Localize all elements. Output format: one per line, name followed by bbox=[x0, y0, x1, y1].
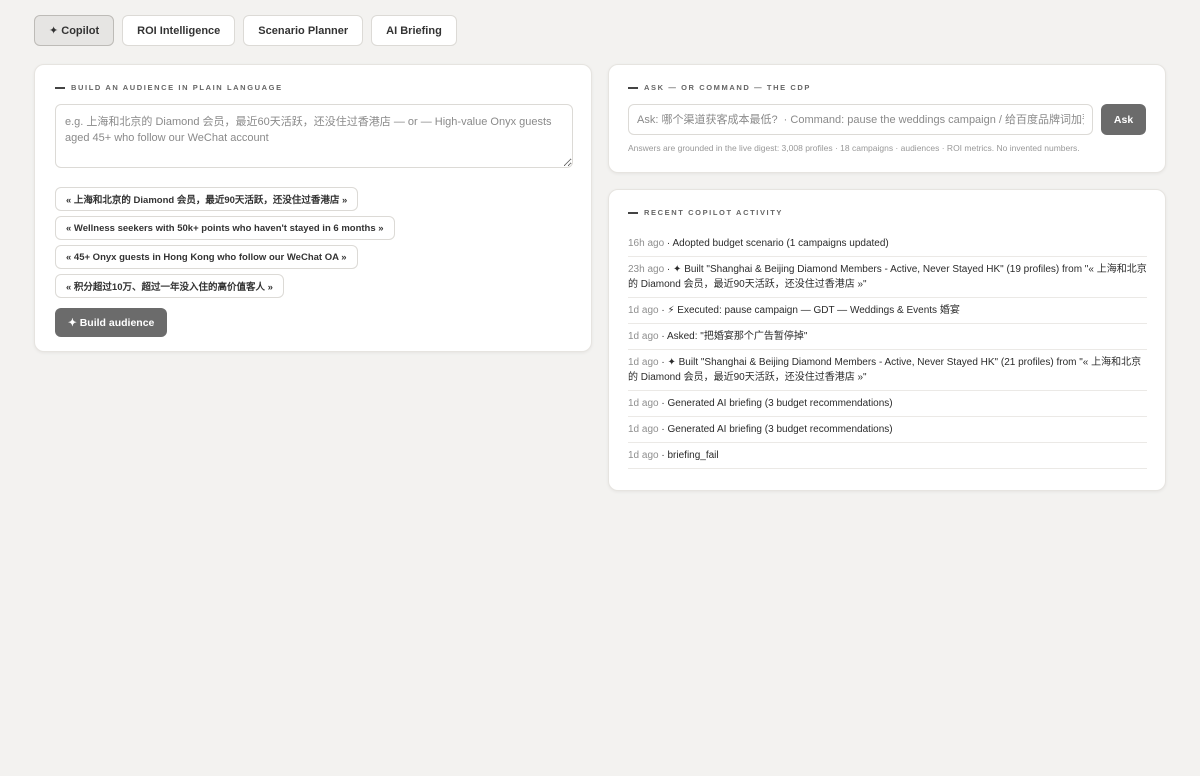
audience-card-title: Build an audience in plain language bbox=[55, 83, 571, 92]
activity-text: ✦ Built "Shanghai & Beijing Diamond Memb… bbox=[628, 357, 1142, 383]
activity-text: Adopted budget scenario (1 campaigns upd… bbox=[672, 238, 889, 249]
build-audience-button[interactable]: ✦ Build audience bbox=[55, 308, 168, 337]
ask-cdp-card: Ask — or command — the CDP Ask Answers a… bbox=[608, 64, 1166, 173]
suggestion-chip[interactable]: « Wellness seekers with 50k+ points who … bbox=[55, 216, 395, 240]
title-dash-icon bbox=[55, 86, 65, 89]
tab-copilot[interactable]: ✦ Copilot bbox=[34, 15, 115, 46]
ask-input[interactable] bbox=[628, 104, 1094, 135]
audience-description-input[interactable] bbox=[55, 104, 573, 168]
activity-time: 23h ago bbox=[628, 264, 665, 275]
ask-row: Ask bbox=[628, 104, 1146, 135]
activity-time: 16h ago bbox=[628, 238, 665, 249]
suggestion-chip[interactable]: « 45+ Onyx guests in Hong Kong who follo… bbox=[55, 245, 358, 269]
activity-title-text: Recent copilot activity bbox=[644, 208, 784, 217]
title-dash-icon bbox=[628, 211, 638, 214]
activity-time: 1d ago bbox=[628, 450, 659, 461]
activity-text: ✦ Built "Shanghai & Beijing Diamond Memb… bbox=[628, 264, 1147, 290]
activity-card-title: Recent copilot activity bbox=[628, 208, 1146, 217]
activity-item: 1d ago · briefing_fail bbox=[628, 443, 1147, 469]
ask-title-text: Ask — or command — the CDP bbox=[644, 83, 812, 92]
recent-activity-card: Recent copilot activity 16h ago · Adopte… bbox=[608, 189, 1166, 491]
activity-item: 1d ago · Asked: "把婚宴那个广告暂停掉" bbox=[628, 324, 1147, 350]
activity-time: 1d ago bbox=[628, 331, 659, 342]
ask-button[interactable]: Ask bbox=[1101, 104, 1146, 135]
title-dash-icon bbox=[628, 86, 638, 89]
activity-item: 16h ago · Adopted budget scenario (1 cam… bbox=[628, 231, 1147, 257]
activity-text: ⚡ Executed: pause campaign — GDT — Weddi… bbox=[667, 305, 960, 316]
tab-ai-briefing[interactable]: AI Briefing bbox=[371, 15, 457, 46]
activity-item: 1d ago · ⚡ Executed: pause campaign — GD… bbox=[628, 298, 1147, 324]
activity-time: 1d ago bbox=[628, 357, 659, 368]
audience-builder-card: Build an audience in plain language « 上海… bbox=[34, 64, 592, 352]
tab-scenario-planner[interactable]: Scenario Planner bbox=[243, 15, 364, 46]
activity-text: Asked: "把婚宴那个广告暂停掉" bbox=[666, 331, 808, 342]
activity-item: 23h ago · ✦ Built "Shanghai & Beijing Di… bbox=[628, 257, 1147, 298]
activity-text: briefing_fail bbox=[667, 450, 719, 461]
audience-suggestion-list: « 上海和北京的 Diamond 会员，最近90天活跃，还没住过香港店 » « … bbox=[55, 187, 571, 298]
activity-time: 1d ago bbox=[628, 424, 659, 435]
suggestion-chip[interactable]: « 积分超过10万、超过一年没入住的高价值客人 » bbox=[55, 274, 284, 298]
activity-item: 1d ago · Generated AI briefing (3 budget… bbox=[628, 417, 1147, 443]
activity-text: Generated AI briefing (3 budget recommen… bbox=[667, 398, 893, 409]
activity-time: 1d ago bbox=[628, 398, 659, 409]
audience-title-text: Build an audience in plain language bbox=[71, 83, 283, 92]
activity-item: 1d ago · Generated AI briefing (3 budget… bbox=[628, 391, 1147, 417]
activity-item: 1d ago · ✦ Built "Shanghai & Beijing Dia… bbox=[628, 350, 1147, 391]
suggestion-chip[interactable]: « 上海和北京的 Diamond 会员，最近90天活跃，还没住过香港店 » bbox=[55, 187, 359, 211]
activity-list: 16h ago · Adopted budget scenario (1 cam… bbox=[628, 231, 1147, 469]
grounding-note: Answers are grounded in the live digest:… bbox=[628, 143, 1080, 153]
main-tabs: ✦ Copilot ROI Intelligence Scenario Plan… bbox=[34, 15, 457, 46]
ask-card-title: Ask — or command — the CDP bbox=[628, 83, 1146, 92]
tab-roi-intelligence[interactable]: ROI Intelligence bbox=[122, 15, 236, 46]
activity-time: 1d ago bbox=[628, 305, 659, 316]
activity-text: Generated AI briefing (3 budget recommen… bbox=[667, 424, 893, 435]
